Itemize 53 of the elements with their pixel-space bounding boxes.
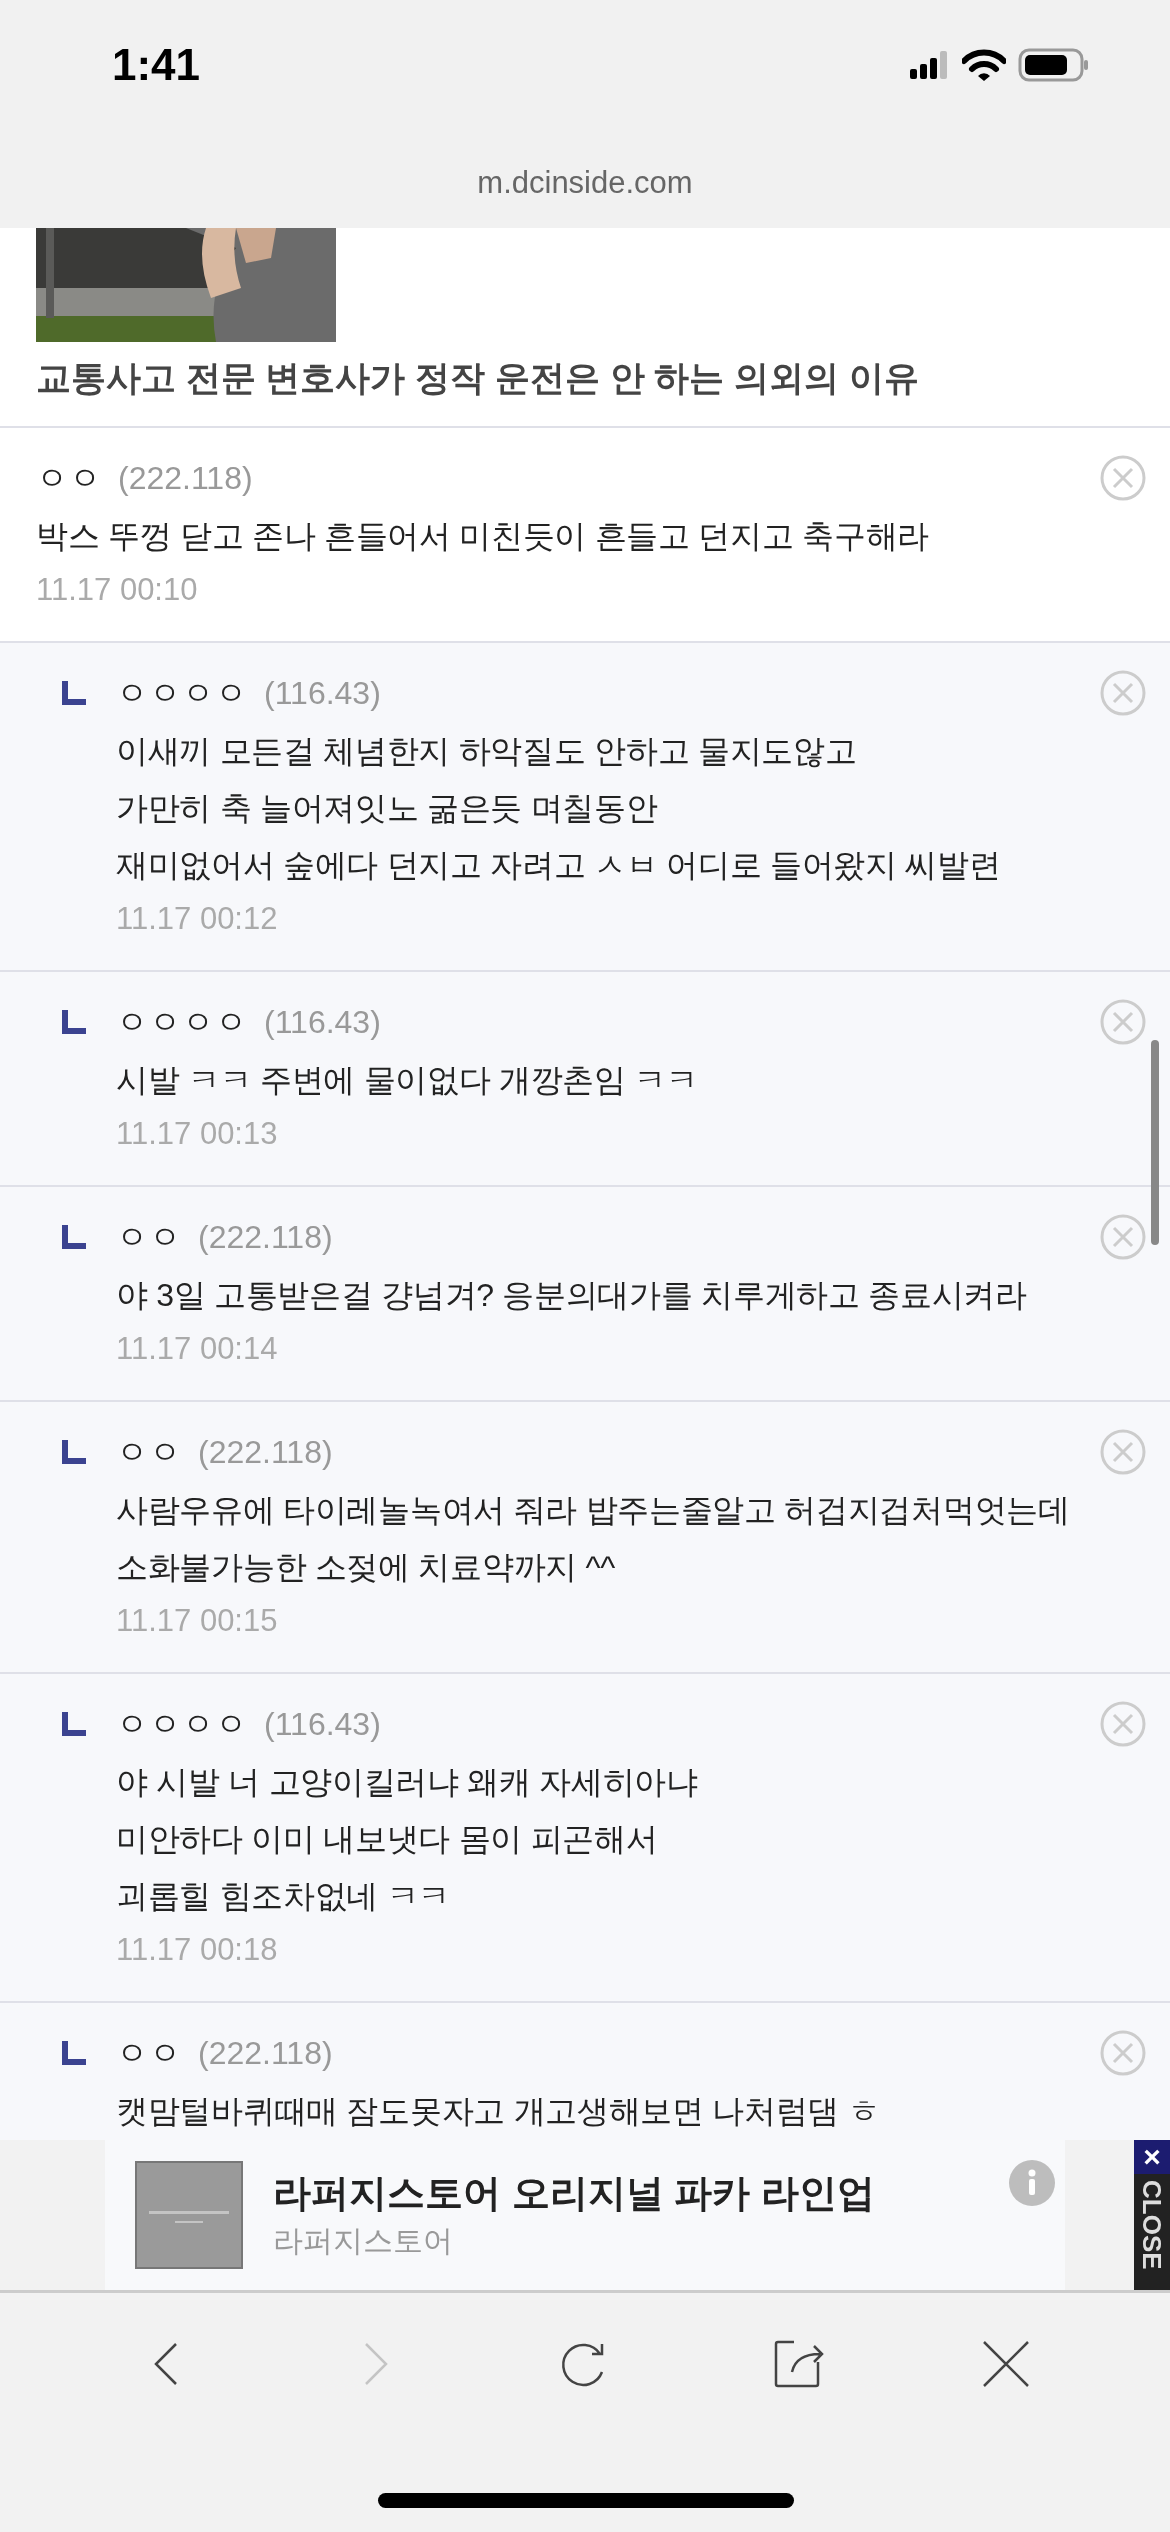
ip-address: (116.43)	[264, 674, 381, 713]
nickname: ㅇㅇ	[116, 1433, 182, 1472]
comment-text: 이새끼 모든걸 체념한지 하악질도 안하고 물지도않고 가만히 축 늘어져잇노 굶은듯 며칠동안 재미없어서 숲에다 던지고 자려고 ㅅㅂ 어디로 들어왔지 씨발련	[116, 732, 1002, 885]
comment-text: 박스 뚜껑 닫고 존나 흔들어서 미친듯이 흔들고 던지고 축구해라	[36, 517, 930, 556]
signal-icon	[910, 51, 950, 79]
reply-corner-icon	[62, 681, 86, 705]
nickname: ㅇㅇ	[116, 1218, 182, 1257]
battery-icon	[1018, 47, 1090, 83]
comment-date: 11.17 00:18	[116, 1931, 279, 1969]
ip-address: (222.118)	[198, 1218, 333, 1257]
ad-title: 라퍼지스토어 오리지널 파카 라인업	[273, 2171, 875, 2216]
url-text: m.dcinside.com	[476, 164, 694, 202]
nickname: ㅇㅇㅇㅇ	[116, 1705, 248, 1744]
reply-corner-icon	[62, 1712, 86, 1736]
reply-corner-icon	[62, 1225, 86, 1249]
ip-address: (222.118)	[118, 459, 253, 498]
nickname: ㅇㅇㅇㅇ	[116, 674, 248, 713]
comment-date: 11.17 00:10	[36, 571, 199, 609]
home-indicator[interactable]	[378, 2493, 794, 2508]
article-title[interactable]: 교통사고 전문 변호사가 정작 운전은 안 하는 의외의 이유	[36, 348, 1134, 408]
info-icon[interactable]	[1009, 2160, 1055, 2206]
comment-text: 야 시발 너 고양이킬러냐 왜캐 자세히아냐 미안하다 이미 내보냇다 몸이 피곤해서 괴롭힐 힘조차없네 ㅋㅋ	[116, 1763, 699, 1916]
wifi-icon	[962, 49, 1006, 81]
delete-icon[interactable]	[1100, 1214, 1146, 1260]
comment-text: 사람우유에 타이레놀녹여서 줘라 밥주는줄알고 허겁지겁처먹엇는데 소화불가능한 소젖에 치료약까지 ^^	[116, 1491, 1071, 1587]
comment-date: 11.17 00:13	[116, 1115, 279, 1153]
ad-advertiser: 라퍼지스토어	[273, 2223, 454, 2259]
delete-icon[interactable]	[1100, 999, 1146, 1045]
comment-date: 11.17 00:15	[116, 1602, 279, 1640]
nickname: ㅇㅇ	[36, 459, 102, 498]
scrollbar[interactable]	[1151, 1040, 1159, 1245]
ip-address: (116.43)	[264, 1003, 381, 1042]
ad-banner[interactable]: 라퍼지스토어 오리지널 파카 라인업 라퍼지스토어	[105, 2140, 1065, 2290]
comment-text: 시발 ㅋㅋ 주변에 물이없다 개깡촌임 ㅋㅋ	[116, 1061, 699, 1100]
delete-icon[interactable]	[1100, 670, 1146, 716]
comment-date: 11.17 00:12	[116, 900, 279, 938]
reply-corner-icon	[62, 1440, 86, 1464]
reply-corner-icon	[62, 1010, 86, 1034]
ad-close-button[interactable]: × CLOSE	[1134, 2140, 1170, 2290]
comment-date: 11.17 00:14	[116, 1330, 279, 1368]
status-time: 1:41	[112, 39, 201, 91]
delete-icon[interactable]	[1100, 2030, 1146, 2076]
ip-address: (116.43)	[264, 1705, 381, 1744]
ip-address: (222.118)	[198, 2034, 333, 2073]
ip-address: (222.118)	[198, 1433, 333, 1472]
nickname: ㅇㅇ	[116, 2034, 182, 2073]
reply-corner-icon	[62, 2041, 86, 2065]
delete-icon[interactable]	[1100, 1701, 1146, 1747]
comment-text: 캣맘털바퀴때매 잠도못자고 개고생해보면 나처럼댐 ㅎ	[116, 2092, 881, 2131]
delete-icon[interactable]	[1100, 1429, 1146, 1475]
delete-icon[interactable]	[1100, 455, 1146, 501]
nickname: ㅇㅇㅇㅇ	[116, 1003, 248, 1042]
comment-text: 야 3일 고통받은걸 걍넘겨? 응분의대가를 치루게하고 종료시켜라	[116, 1276, 1028, 1315]
